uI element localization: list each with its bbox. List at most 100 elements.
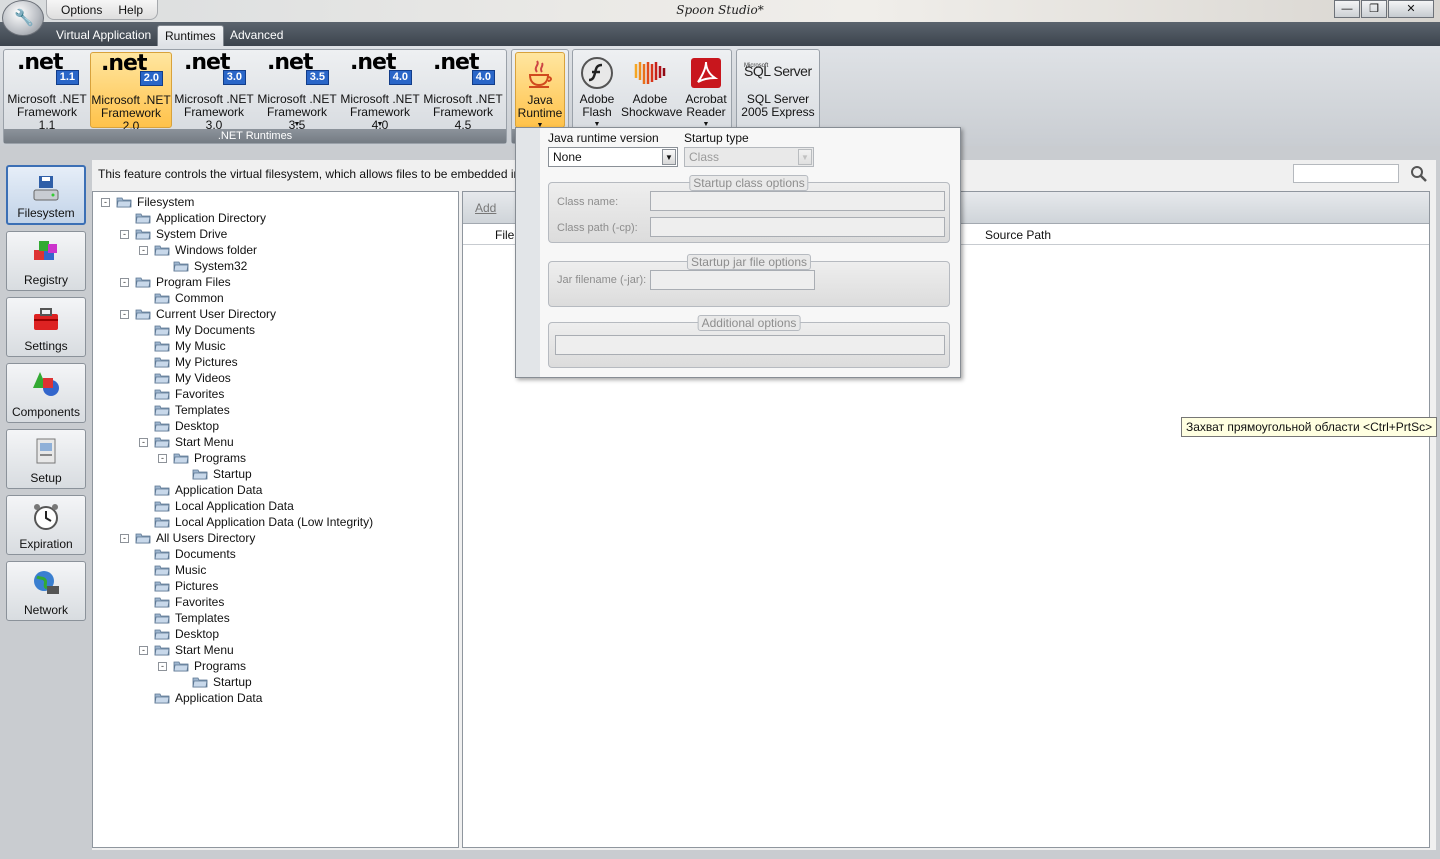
collapse-toggle-icon[interactable]: - — [120, 277, 129, 287]
menu-help[interactable]: Help — [110, 0, 151, 19]
collapse-toggle-icon[interactable]: - — [139, 245, 148, 255]
adobe-shockwave-button[interactable]: Adobe Shockwave — [621, 52, 682, 128]
tree-node[interactable]: - Programs — [158, 658, 246, 674]
collapse-toggle-icon[interactable]: - — [120, 229, 129, 239]
tree-node[interactable]: Local Application Data — [139, 498, 294, 514]
class-path-field[interactable] — [650, 217, 945, 237]
tree-node[interactable]: - Programs — [158, 450, 246, 466]
additional-options-field[interactable] — [555, 335, 945, 355]
tree-node[interactable]: Templates — [139, 402, 230, 418]
sidebar-item-label: Network — [23, 603, 68, 617]
net-4-5-button[interactable]: .net 4.0 Microsoft .NET Framework 4.5 — [423, 52, 503, 132]
tree-node[interactable]: - Program Files — [120, 274, 231, 290]
sql-logo: SQL Server — [744, 63, 812, 79]
collapse-toggle-icon[interactable]: - — [120, 533, 129, 543]
tree-node[interactable]: My Videos — [139, 370, 231, 386]
sidebar-item-filesystem[interactable]: Filesystem — [6, 165, 86, 225]
net-1-1-button[interactable]: .net 1.1 Microsoft .NET Framework 1.1 — [7, 52, 87, 132]
sidebar-item-components[interactable]: Components — [6, 363, 86, 423]
tooltip: Захват прямоугольной области <Ctrl+PrtSc… — [1181, 417, 1438, 437]
net-runtimes-group: .net 1.1 Microsoft .NET Framework 1.1 .net… — [3, 49, 507, 144]
tree-node[interactable]: System32 — [158, 258, 247, 274]
tree-node[interactable]: Favorites — [139, 386, 224, 402]
sql-label-2: 2005 Express — [741, 105, 815, 119]
java-icon — [528, 60, 552, 88]
net-logo-icon: .net 2.0 — [97, 53, 163, 89]
jar-filename-field[interactable] — [650, 270, 815, 290]
folder-icon — [154, 325, 170, 336]
collapse-toggle-icon[interactable]: - — [158, 453, 167, 463]
restore-button[interactable]: ❐ — [1361, 0, 1387, 18]
tree-node[interactable]: Application Data — [139, 482, 262, 498]
tree-node[interactable]: - Filesystem — [101, 194, 194, 210]
tab-advanced[interactable]: Advanced — [223, 25, 290, 46]
collapse-toggle-icon[interactable]: - — [139, 645, 148, 655]
acrobat-reader-button[interactable]: Acrobat Reader ▼ — [681, 52, 731, 128]
add-files-button[interactable]: Add — [475, 201, 496, 215]
search-icon[interactable] — [1410, 165, 1428, 183]
tab-virtual-application[interactable]: Virtual Application — [49, 25, 158, 46]
tree-node[interactable]: Startup — [177, 466, 252, 482]
tree-node[interactable]: My Pictures — [139, 354, 238, 370]
folder-icon — [154, 373, 170, 384]
sidebar-item-label: Components — [11, 405, 81, 419]
menu-options[interactable]: Options — [53, 0, 110, 19]
class-name-field[interactable] — [650, 191, 945, 211]
tree-node-label: Favorites — [175, 595, 225, 609]
tree-node[interactable]: - Windows folder — [139, 242, 257, 258]
net-3-5-button[interactable]: .net 3.5 Microsoft .NET Framework 3.5 ▼ — [257, 52, 337, 132]
collapse-toggle-icon[interactable]: - — [120, 309, 129, 319]
tree-node[interactable]: Documents — [139, 546, 236, 562]
tree-node[interactable]: My Documents — [139, 322, 255, 338]
net-3-0-button[interactable]: .net 3.0 Microsoft .NET Framework 3.0 — [174, 52, 254, 132]
sidebar-item-network[interactable]: Network — [6, 561, 86, 621]
tree-node[interactable]: Favorites — [139, 594, 224, 610]
adobe-flash-button[interactable]: Adobe Flash ▼ — [575, 52, 619, 128]
sidebar-item-settings[interactable]: Settings — [6, 297, 86, 357]
folder-icon — [154, 581, 170, 592]
search-input[interactable] — [1293, 164, 1399, 183]
sidebar-item-registry[interactable]: Registry — [6, 231, 86, 291]
tree-node[interactable]: - Start Menu — [139, 434, 234, 450]
minimize-button[interactable]: — — [1334, 0, 1360, 18]
net-4-0-button[interactable]: .net 4.0 Microsoft .NET Framework 4.0 ▼ — [340, 52, 420, 132]
tree-node[interactable]: - System Drive — [120, 226, 227, 242]
tree-node[interactable]: Startup — [177, 674, 252, 690]
chevron-down-icon[interactable]: ▼ — [662, 149, 676, 165]
tree-node[interactable]: Application Directory — [120, 210, 266, 226]
tree-node[interactable]: Music — [139, 562, 206, 578]
tab-runtimes[interactable]: Runtimes — [157, 25, 224, 46]
tree-node[interactable]: Desktop — [139, 626, 219, 642]
folder-icon — [173, 661, 189, 672]
tree-node[interactable]: - Current User Directory — [120, 306, 276, 322]
net-logo-icon: .net 4.0 — [429, 52, 495, 88]
startup-type-select[interactable]: Class ▼ — [684, 147, 814, 167]
folder-icon — [116, 197, 132, 208]
sql-server-button[interactable]: Microsoft SQL Server SQL Server 2005 Expr… — [740, 52, 816, 128]
collapse-toggle-icon[interactable]: - — [101, 197, 110, 207]
sidebar-item-setup[interactable]: Setup — [6, 429, 86, 489]
tree-node[interactable]: - All Users Directory — [120, 530, 255, 546]
tree-node[interactable]: Desktop — [139, 418, 219, 434]
java-version-select[interactable]: None ▼ — [548, 147, 678, 167]
collapse-toggle-icon[interactable]: - — [158, 661, 167, 671]
application-button[interactable]: 🔧 — [2, 0, 44, 36]
sidebar-item-expiration[interactable]: Expiration — [6, 495, 86, 555]
java-runtime-button[interactable]: Java Runtime ▼ — [515, 52, 565, 129]
tree-node[interactable]: Common — [139, 290, 224, 306]
tree-node-label: My Pictures — [175, 355, 238, 369]
tree-node[interactable]: Local Application Data (Low Integrity) — [139, 514, 373, 530]
startup-jar-options: Startup jar file options Jar filename (-… — [548, 254, 950, 307]
column-source-path[interactable]: Source Path — [985, 228, 1051, 242]
components-icon — [33, 372, 59, 396]
tree-node[interactable]: My Music — [139, 338, 226, 354]
setup-icon — [36, 438, 56, 464]
collapse-toggle-icon[interactable]: - — [139, 437, 148, 447]
net-2-0-button[interactable]: .net 2.0 Microsoft .NET Framework 2.0 — [90, 52, 172, 133]
close-button[interactable]: ✕ — [1388, 0, 1434, 18]
tree-node-label: Music — [175, 563, 207, 577]
tree-node[interactable]: Pictures — [139, 578, 218, 594]
tree-node[interactable]: - Start Menu — [139, 642, 234, 658]
tree-node[interactable]: Application Data — [139, 690, 262, 706]
tree-node[interactable]: Templates — [139, 610, 230, 626]
